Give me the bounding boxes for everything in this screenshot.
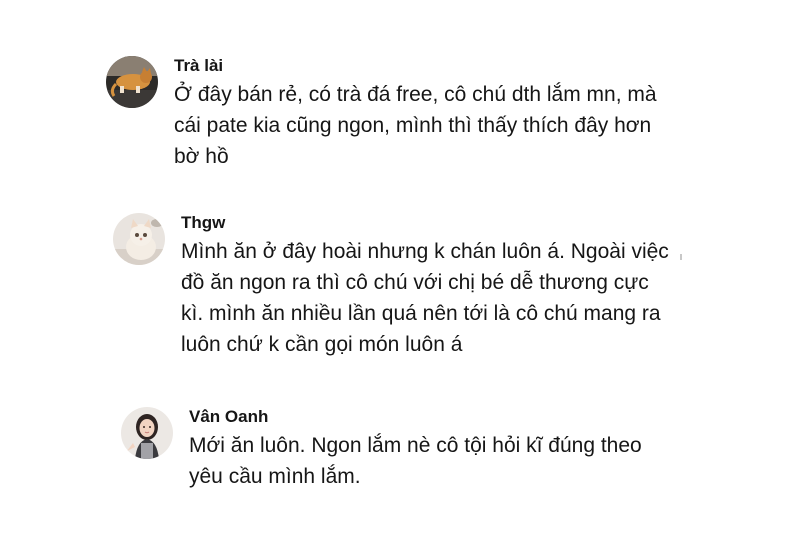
- comment-text: Mới ăn luôn. Ngon lắm nè cô tội hỏi kĩ đ…: [189, 430, 642, 492]
- comment-line: Ở đây bán rẻ, có trà đá free, cô chú dth…: [174, 83, 657, 106]
- comment-author[interactable]: Thgw: [181, 213, 669, 233]
- comment-line: bờ hồ: [174, 145, 229, 168]
- divider-mark: [680, 254, 682, 260]
- comment-item: Thgw Mình ăn ở đây hoài nhưng k chán luô…: [113, 213, 669, 360]
- comment-item: Vân Oanh Mới ăn luôn. Ngon lắm nè cô tội…: [121, 407, 642, 492]
- comment-author[interactable]: Trà lài: [174, 56, 657, 76]
- comment-line: đồ ăn ngon ra thì cô chú với chị bé dễ t…: [181, 271, 649, 294]
- comment-text: Mình ăn ở đây hoài nhưng k chán luôn á. …: [181, 236, 669, 360]
- comment-body: Trà lài Ở đây bán rẻ, có trà đá free, cô…: [174, 56, 657, 172]
- comment-item: Trà lài Ở đây bán rẻ, có trà đá free, cô…: [106, 56, 657, 172]
- comment-line: cái pate kia cũng ngon, mình thì thấy th…: [174, 114, 652, 137]
- comment-line: kì. mình ăn nhiều lần quá nên tới là cô …: [181, 302, 661, 325]
- comment-body: Vân Oanh Mới ăn luôn. Ngon lắm nè cô tội…: [189, 407, 642, 492]
- comment-line: luôn chứ k cần gọi món luôn á: [181, 333, 463, 356]
- comment-line: Mới ăn luôn. Ngon lắm nè cô tội hỏi kĩ đ…: [189, 434, 642, 457]
- comment-text: Ở đây bán rẻ, có trà đá free, cô chú dth…: [174, 79, 657, 172]
- girl-avatar-icon[interactable]: [121, 407, 173, 459]
- kitten-avatar-icon[interactable]: [113, 213, 165, 265]
- comment-author[interactable]: Vân Oanh: [189, 407, 642, 427]
- comment-line: Mình ăn ở đây hoài nhưng k chán luôn á. …: [181, 240, 669, 263]
- comment-line: yêu cầu mình lắm.: [189, 465, 361, 488]
- cat-avatar-icon[interactable]: [106, 56, 158, 108]
- comment-body: Thgw Mình ăn ở đây hoài nhưng k chán luô…: [181, 213, 669, 360]
